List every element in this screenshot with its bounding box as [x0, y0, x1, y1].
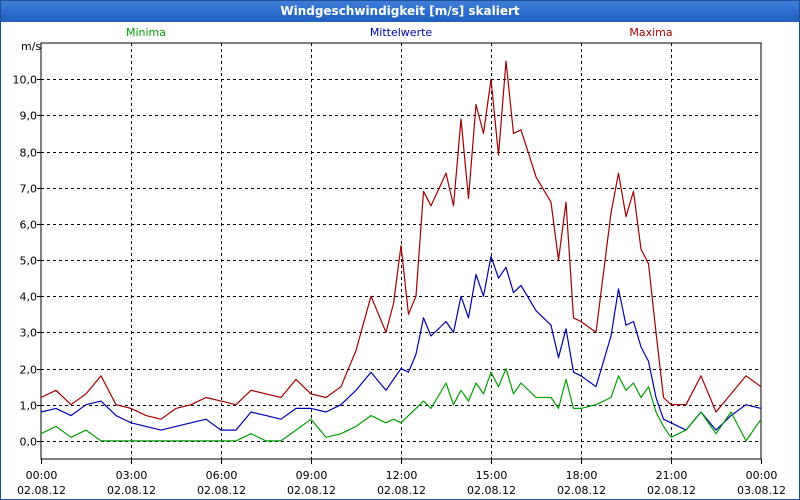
x-tick-time-label: 06:00	[206, 469, 238, 482]
x-tick-date-label: 02.08.12	[557, 484, 606, 497]
y-tick-label: 1,0	[20, 400, 38, 413]
y-tick-label: 9,0	[20, 110, 38, 123]
x-tick-date-label: 02.08.12	[197, 484, 246, 497]
y-tick-label: 2,0	[20, 364, 38, 377]
x-tick-date-label: 02.08.12	[287, 484, 336, 497]
y-tick-label: 10,0	[13, 74, 38, 87]
x-tick-date-label: 02.08.12	[107, 484, 156, 497]
legend-mittelwerte: Mittelwerte	[370, 26, 433, 39]
x-tick-time-label: 00:00	[746, 469, 778, 482]
x-tick-time-label: 00:00	[26, 469, 58, 482]
legend-maxima: Maxima	[629, 26, 672, 39]
legend: Minima Mittelwerte Maxima	[126, 26, 673, 39]
x-axis-ticks: 00:00 02.08.12 03:00 02.08.12 06:00 02.08.12 0…	[17, 459, 786, 497]
y-tick-label: 5,0	[20, 255, 38, 268]
y-axis-ticks: 0,0 1,0 2,0 3,0 4,0 5,0 6,0 7,0 8,0 9,0 10,0	[13, 74, 41, 449]
y-tick-label: 6,0	[20, 219, 38, 232]
x-tick-time-label: 12:00	[386, 469, 418, 482]
y-axis-label: m/s	[21, 40, 41, 53]
x-tick-time-label: 21:00	[656, 469, 688, 482]
y-tick-label: 0,0	[20, 436, 38, 449]
x-tick-date-label: 02.08.12	[17, 484, 66, 497]
y-tick-label: 8,0	[20, 147, 38, 160]
x-tick-date-label: 02.08.12	[377, 484, 426, 497]
x-tick-time-label: 09:00	[296, 469, 328, 482]
y-tick-label: 7,0	[20, 183, 38, 196]
x-tick-time-label: 03:00	[116, 469, 148, 482]
wind-speed-chart: 0,0 1,0 2,0 3,0 4,0 5,0 6,0 7,0 8,0 9,0 10,0 00:00…	[13, 26, 786, 497]
legend-minima: Minima	[126, 26, 166, 39]
x-tick-date-label: 02.08.12	[647, 484, 696, 497]
x-tick-time-label: 18:00	[566, 469, 598, 482]
x-tick-date-label: 03.08.12	[737, 484, 786, 497]
x-tick-time-label: 15:00	[476, 469, 508, 482]
y-tick-label: 3,0	[20, 327, 38, 340]
x-tick-date-label: 02.08.12	[467, 484, 516, 497]
y-tick-label: 4,0	[20, 291, 38, 304]
